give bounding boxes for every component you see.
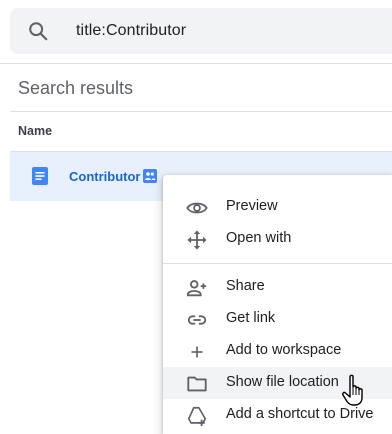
menu-item-label: Share bbox=[226, 278, 265, 294]
docs-icon bbox=[32, 167, 48, 185]
header-divider bbox=[0, 63, 392, 64]
menu-item-open-with[interactable]: Open with bbox=[163, 223, 392, 255]
eye-icon bbox=[186, 202, 208, 214]
menu-item-label: Preview bbox=[226, 198, 278, 214]
file-name[interactable]: Contributor bbox=[69, 169, 140, 184]
hand-pointer-cursor-icon bbox=[342, 374, 363, 406]
menu-item-preview[interactable]: Preview bbox=[163, 191, 392, 223]
menu-item-label: Show file location bbox=[226, 374, 339, 390]
menu-separator bbox=[163, 263, 392, 264]
link-icon bbox=[187, 315, 207, 325]
menu-item-label: Get link bbox=[226, 310, 276, 326]
menu-item-share[interactable]: Share bbox=[163, 271, 392, 303]
menu-item-label: Open with bbox=[226, 230, 292, 246]
folder-icon bbox=[187, 376, 207, 392]
page-title: Search results bbox=[18, 78, 134, 98]
column-header-name[interactable]: Name bbox=[18, 124, 52, 138]
search-query[interactable]: title:Contributor bbox=[76, 22, 186, 40]
search-icon[interactable] bbox=[27, 20, 49, 42]
shortcut-icon bbox=[187, 406, 207, 427]
open-with-icon bbox=[187, 230, 207, 250]
menu-item-label: Add a shortcut to Drive bbox=[226, 406, 374, 422]
menu-item-get-link[interactable]: Get link bbox=[163, 303, 392, 335]
shared-people-icon bbox=[143, 169, 157, 183]
plus-icon bbox=[191, 346, 203, 358]
search-bar[interactable]: title:Contributor bbox=[10, 8, 392, 54]
menu-item-label: Add to workspace bbox=[226, 342, 342, 358]
menu-item-add-to-workspace[interactable]: Add to workspace bbox=[163, 335, 392, 367]
person-add-icon bbox=[186, 280, 207, 297]
title-divider bbox=[10, 111, 392, 112]
